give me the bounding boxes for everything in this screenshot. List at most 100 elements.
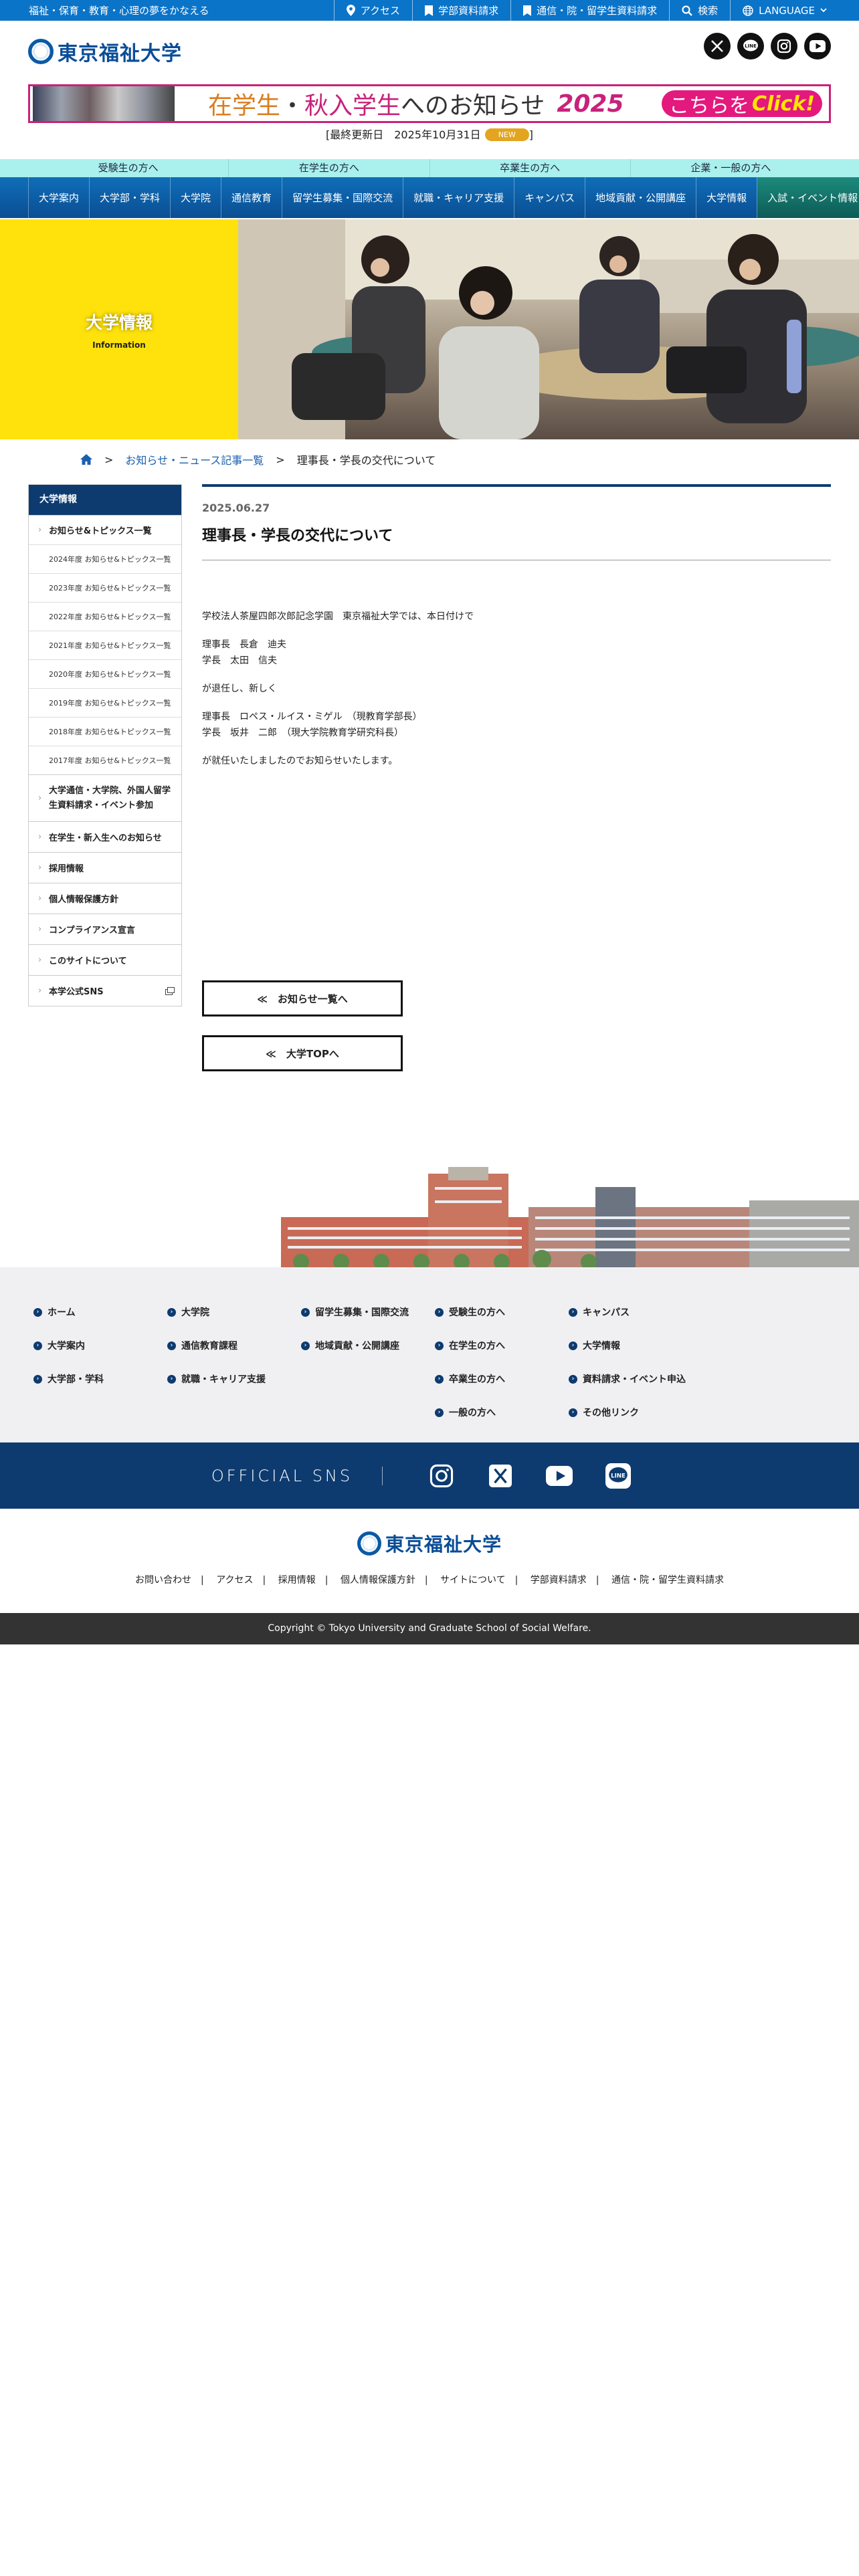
back-to-news-button[interactable]: ≪ お知らせ一覧へ [202, 980, 403, 1016]
arrow-right-icon: › [301, 1341, 310, 1350]
banner-cta-button[interactable]: こちらを Click! [662, 90, 822, 118]
footer-link-online-request[interactable]: 通信・院・留学生資料請求 [611, 1575, 724, 1586]
breadcrumb-news-link[interactable]: お知らせ・ニュース記事一覧 [125, 451, 264, 467]
sidebar-year-2020[interactable]: 2020年度 お知らせ&トピックス一覧 [29, 659, 181, 688]
line-icon[interactable]: LINE [605, 1463, 632, 1489]
arrow-right-icon: › [435, 1341, 444, 1350]
footer-link[interactable]: › 在学生の方へ [435, 1329, 505, 1362]
arrow-right-icon: › [33, 1307, 42, 1317]
footer-link[interactable]: › 一般の方へ [435, 1396, 505, 1429]
sidebar-item-online-request[interactable]: 大学通信・大学院、外国人留学生資料請求・イベント参加 [29, 774, 181, 821]
footer-link[interactable]: › 地域貢献・公開講座 [301, 1329, 409, 1362]
map-pin-icon [346, 5, 355, 16]
sidebar-year-2022[interactable]: 2022年度 お知らせ&トピックス一覧 [29, 602, 181, 631]
footer-link-contact[interactable]: お問い合わせ [135, 1575, 191, 1586]
banner-message: 在学生・秋入学生へのお知らせ [208, 92, 545, 120]
nav-career[interactable]: 就職・キャリア支援 [403, 177, 515, 218]
nav-campus[interactable]: キャンパス [514, 177, 586, 218]
search-label: 検索 [698, 5, 719, 17]
footer-link[interactable]: › キャンパス [569, 1295, 686, 1329]
nav-about[interactable]: 大学案内 [28, 177, 90, 218]
sidebar-item-privacy[interactable]: 個人情報保護方針 [29, 883, 181, 914]
sidebar-item-official-sns[interactable]: 本学公式SNS [29, 975, 181, 1006]
sidebar-year-2024[interactable]: 2024年度 お知らせ&トピックス一覧 [29, 544, 181, 573]
utility-bar: 福祉・保育・教育・心理の夢をかなえる アクセス 学部資料請求 通信・院・留学生資… [0, 0, 859, 21]
nav-community[interactable]: 地域貢献・公開講座 [585, 177, 697, 218]
footer-link[interactable]: › 留学生募集・国際交流 [301, 1295, 409, 1329]
footer-link[interactable]: › 大学案内 [33, 1329, 104, 1362]
audience-business[interactable]: 企業・一般の方へ [630, 159, 831, 177]
footer-link[interactable]: › 就職・キャリア支援 [167, 1362, 266, 1396]
footer-link[interactable]: › 卒業生の方へ [435, 1362, 505, 1396]
instagram-icon[interactable] [771, 33, 797, 60]
sidebar-year-2017[interactable]: 2017年度 お知らせ&トピックス一覧 [29, 746, 181, 774]
nav-faculties[interactable]: 大学部・学科 [90, 177, 171, 218]
sidebar-item-students[interactable]: 在学生・新入生へのお知らせ [29, 821, 181, 852]
sidebar-year-2021[interactable]: 2021年度 お知らせ&トピックス一覧 [29, 631, 181, 659]
audience-prospective[interactable]: 受験生の方へ [28, 159, 228, 177]
youtube-icon[interactable] [546, 1463, 573, 1489]
article: 2025.06.27 理事長・学長の交代について 学校法人茶屋四郎次郎記念学園 … [202, 484, 831, 1071]
sidebar-year-2023[interactable]: 2023年度 お知らせ&トピックス一覧 [29, 573, 181, 602]
footer-logo[interactable]: 東京福祉大学 [0, 1530, 859, 1557]
home-icon[interactable] [80, 454, 92, 465]
footer-link-privacy[interactable]: 個人情報保護方針 [341, 1575, 415, 1586]
copyright: Copyright © Tokyo University and Graduat… [0, 1613, 859, 1644]
back-to-top-button[interactable]: ≪ 大学TOPへ [202, 1035, 403, 1071]
search-link[interactable]: 検索 [669, 0, 730, 21]
footer-link[interactable]: › ホーム [33, 1295, 104, 1329]
nav-info[interactable]: 大学情報 [696, 177, 758, 218]
undergrad-request-link[interactable]: 学部資料請求 [412, 0, 510, 21]
chevron-down-icon [820, 8, 827, 13]
sidebar-item-official-sns-label: 本学公式SNS [49, 987, 104, 997]
globe-icon [743, 5, 753, 16]
sidebar-item-recruit[interactable]: 採用情報 [29, 852, 181, 883]
sidebar-item-topics[interactable]: お知らせ&トピックス一覧 [29, 515, 181, 544]
nav-admissions[interactable]: 入試・イベント情報 [757, 177, 859, 218]
youtube-icon[interactable] [804, 33, 831, 60]
x-icon[interactable] [704, 33, 731, 60]
footer-link-recruit[interactable]: 採用情報 [278, 1575, 316, 1586]
hero-title: 大学情報 [85, 312, 153, 332]
access-label: アクセス [360, 5, 401, 17]
footer-link[interactable]: › 通信教育課程 [167, 1329, 266, 1362]
online-request-label: 通信・院・留学生資料請求 [537, 5, 658, 17]
footer-link[interactable]: › 資料請求・イベント申込 [569, 1362, 686, 1396]
audience-current[interactable]: 在学生の方へ [228, 159, 429, 177]
article-title: 理事長・学長の交代について [202, 528, 393, 544]
footer-link[interactable]: › その他リンク [569, 1396, 686, 1429]
line-icon[interactable]: LINE [737, 33, 764, 60]
nav-graduate[interactable]: 大学院 [171, 177, 222, 218]
campus-illustration [281, 1167, 859, 1270]
access-link[interactable]: アクセス [333, 0, 412, 21]
nav-online[interactable]: 通信教育 [221, 177, 283, 218]
breadcrumb-separator: > [104, 453, 114, 466]
svg-text:LINE: LINE [745, 43, 757, 49]
footer-link-access[interactable]: アクセス [216, 1575, 253, 1586]
search-icon [682, 5, 692, 16]
language-selector[interactable]: LANGUAGE [730, 0, 859, 21]
footer-link[interactable]: › 大学部・学科 [33, 1362, 104, 1396]
online-request-link[interactable]: 通信・院・留学生資料請求 [510, 0, 669, 21]
footer-link[interactable]: › 大学情報 [569, 1329, 686, 1362]
article-paragraph: 理事長 ロペス・ルイス・ミゲル （現教育学部長） 学長 坂井 二郎 （現大学院教育… [202, 712, 422, 738]
site-logo[interactable]: 東京福祉大学 [28, 37, 182, 66]
notice-banner[interactable]: 在学生・秋入学生へのお知らせ 2025 こちらを Click! [28, 84, 831, 123]
arrow-right-icon: › [569, 1307, 577, 1317]
site-logo-text: 東京福祉大学 [58, 42, 182, 66]
arrow-right-icon: › [167, 1341, 176, 1350]
footer-link[interactable]: › 大学院 [167, 1295, 266, 1329]
audience-alumni[interactable]: 卒業生の方へ [429, 159, 630, 177]
footer-link-undergrad-request[interactable]: 学部資料請求 [531, 1575, 587, 1586]
footer-link-about-site[interactable]: サイトについて [440, 1575, 506, 1586]
nav-international[interactable]: 留学生募集・国際交流 [282, 177, 404, 218]
sidebar-item-about-site[interactable]: このサイトについて [29, 944, 181, 975]
sidebar-item-compliance[interactable]: コンプライアンス宣言 [29, 914, 181, 944]
sidebar-year-2019[interactable]: 2019年度 お知らせ&トピックス一覧 [29, 688, 181, 717]
footer-link[interactable]: › 受験生の方へ [435, 1295, 505, 1329]
x-icon[interactable] [487, 1463, 514, 1489]
instagram-icon[interactable] [428, 1463, 455, 1489]
sidebar-year-2018[interactable]: 2018年度 お知らせ&トピックス一覧 [29, 717, 181, 746]
arrow-right-icon: › [569, 1341, 577, 1350]
external-link-icon [165, 986, 175, 995]
